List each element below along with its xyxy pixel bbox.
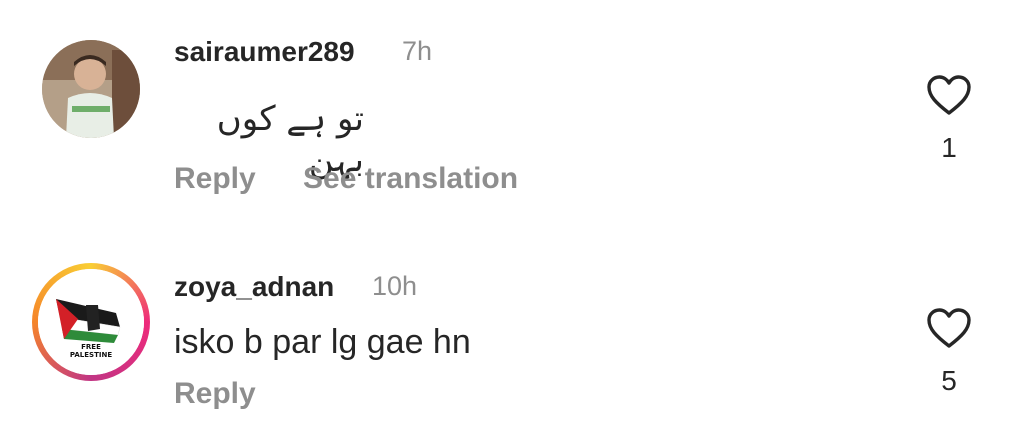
comment-item: FREE PALESTINE zoya_adnan 10h isko b par… xyxy=(0,215,1024,430)
heart-outline-icon[interactable] xyxy=(926,74,972,116)
reply-button[interactable]: Reply xyxy=(174,377,256,411)
see-translation-button[interactable]: See translation xyxy=(303,162,518,196)
comment-username[interactable]: zoya_adnan xyxy=(174,271,334,303)
avatar[interactable]: FREE PALESTINE xyxy=(38,269,144,375)
avatar-photo xyxy=(42,40,140,138)
comment-item: sairaumer289 7h تو ہے کوں بہن Reply See … xyxy=(0,0,1024,215)
avatar-text-free: FREE xyxy=(81,343,101,351)
heart-outline-icon[interactable] xyxy=(926,307,972,349)
reply-button[interactable]: Reply xyxy=(174,162,256,196)
comment-username[interactable]: sairaumer289 xyxy=(174,36,355,68)
comment-timestamp: 10h xyxy=(372,271,418,301)
like-count: 1 xyxy=(941,132,957,163)
avatar-text-palestine: PALESTINE xyxy=(70,351,112,359)
avatar[interactable] xyxy=(42,40,140,138)
comment-timestamp: 7h xyxy=(402,36,433,66)
comment-text: isko b par lg gae hn xyxy=(174,323,471,361)
avatar-free-palestine-logo: FREE PALESTINE xyxy=(38,269,144,375)
like-count: 5 xyxy=(941,365,957,396)
